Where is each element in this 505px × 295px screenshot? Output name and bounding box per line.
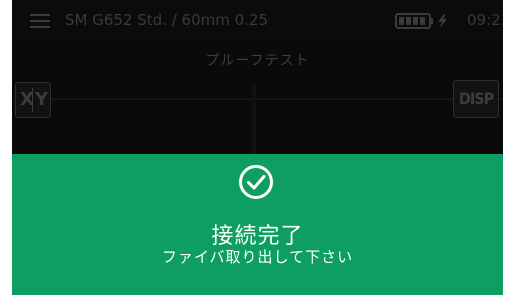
clock: 09:23 [467,11,503,29]
hamburger-menu-icon[interactable] [30,14,50,28]
display-button-label: DISP [458,89,494,108]
battery-charging-icon [395,13,447,29]
completion-message: ファイバ取り出して下さい [161,248,354,266]
splicer-screen: SM G652 Std. / 60mm 0.25 09:23 プルーフテスト X… [12,0,503,295]
splice-profile-label[interactable]: SM G652 Std. / 60mm 0.25 [65,11,268,29]
status-bar: SM G652 Std. / 60mm 0.25 09:23 [12,0,503,40]
xy-view-toggle-button[interactable]: X Y [15,82,51,118]
screen-title: プルーフテスト [205,53,310,69]
display-button[interactable]: DISP [453,80,499,118]
xy-divider [32,88,33,112]
check-circle-icon [239,165,273,199]
fiber-camera-view: プルーフテスト X Y DISP [12,40,503,154]
fiber-image [12,98,503,100]
xy-button-y-label: Y [35,89,49,110]
splice-point [252,84,256,154]
splice-complete-banner: 接続完了 ファイバ取り出して下さい [12,154,503,295]
